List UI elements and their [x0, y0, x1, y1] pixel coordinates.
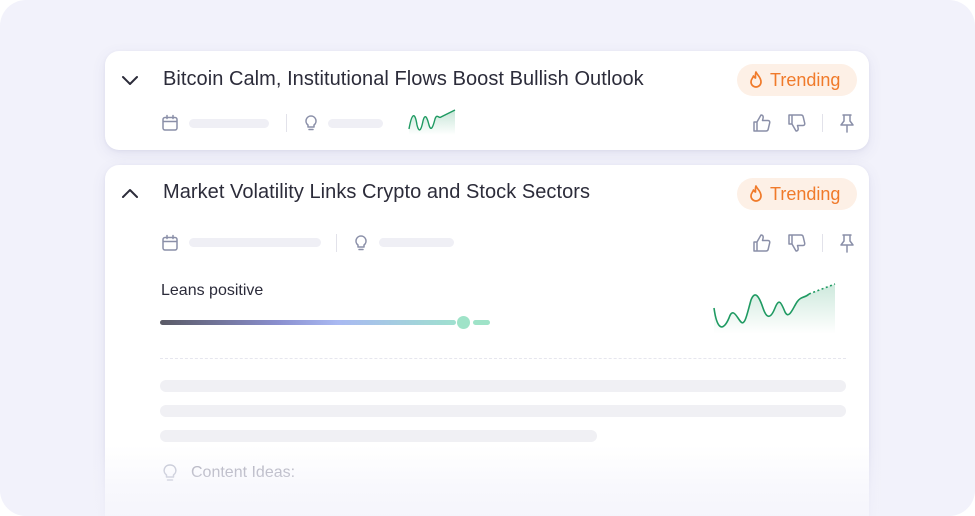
topic-card[interactable]: Bitcoin Calm, Institutional Flows Boost …: [105, 51, 869, 150]
thumbs-down-icon[interactable]: [786, 232, 808, 254]
meta-divider: [336, 234, 337, 252]
text-placeholder: [160, 405, 846, 417]
topic-card[interactable]: Market Volatility Links Crypto and Stock…: [105, 165, 869, 516]
topic-title[interactable]: Bitcoin Calm, Institutional Flows Boost …: [163, 68, 644, 91]
date-placeholder: [189, 119, 269, 128]
text-placeholder: [160, 430, 597, 442]
calendar-icon: [162, 234, 178, 251]
lightbulb-icon: [163, 464, 177, 481]
topic-title[interactable]: Market Volatility Links Crypto and Stock…: [163, 181, 590, 204]
lightbulb-icon: [305, 115, 317, 131]
content-ideas-label: Content Ideas:: [191, 464, 296, 481]
fire-icon: [750, 185, 762, 202]
thumbs-up-icon[interactable]: [751, 112, 773, 134]
sentiment-bar: [160, 320, 456, 325]
date-placeholder: [189, 238, 321, 247]
badge-label: Trending: [770, 183, 841, 204]
sparkline: [713, 283, 836, 334]
section-divider: [160, 358, 846, 359]
sentiment-label: Leans positive: [161, 282, 264, 299]
thumbs-down-icon[interactable]: [786, 112, 808, 134]
sparkline: [408, 109, 456, 135]
lightbulb-icon: [355, 235, 367, 251]
pin-icon[interactable]: [836, 112, 858, 134]
trending-badge: Trending: [737, 64, 857, 96]
badge-label: Trending: [770, 69, 841, 90]
action-divider: [822, 234, 823, 252]
sentiment-bar-end: [473, 320, 490, 325]
sentiment-marker: [457, 316, 470, 329]
idea-placeholder: [328, 119, 383, 128]
chevron-up-icon[interactable]: [119, 182, 141, 204]
app-background: Bitcoin Calm, Institutional Flows Boost …: [0, 0, 975, 516]
idea-placeholder: [379, 238, 454, 247]
thumbs-up-icon[interactable]: [751, 232, 773, 254]
fire-icon: [750, 71, 762, 88]
meta-divider: [286, 114, 287, 132]
trending-badge: Trending: [737, 178, 857, 210]
action-divider: [822, 114, 823, 132]
chevron-down-icon[interactable]: [119, 69, 141, 91]
calendar-icon: [162, 114, 178, 131]
pin-icon[interactable]: [836, 232, 858, 254]
text-placeholder: [160, 380, 846, 392]
